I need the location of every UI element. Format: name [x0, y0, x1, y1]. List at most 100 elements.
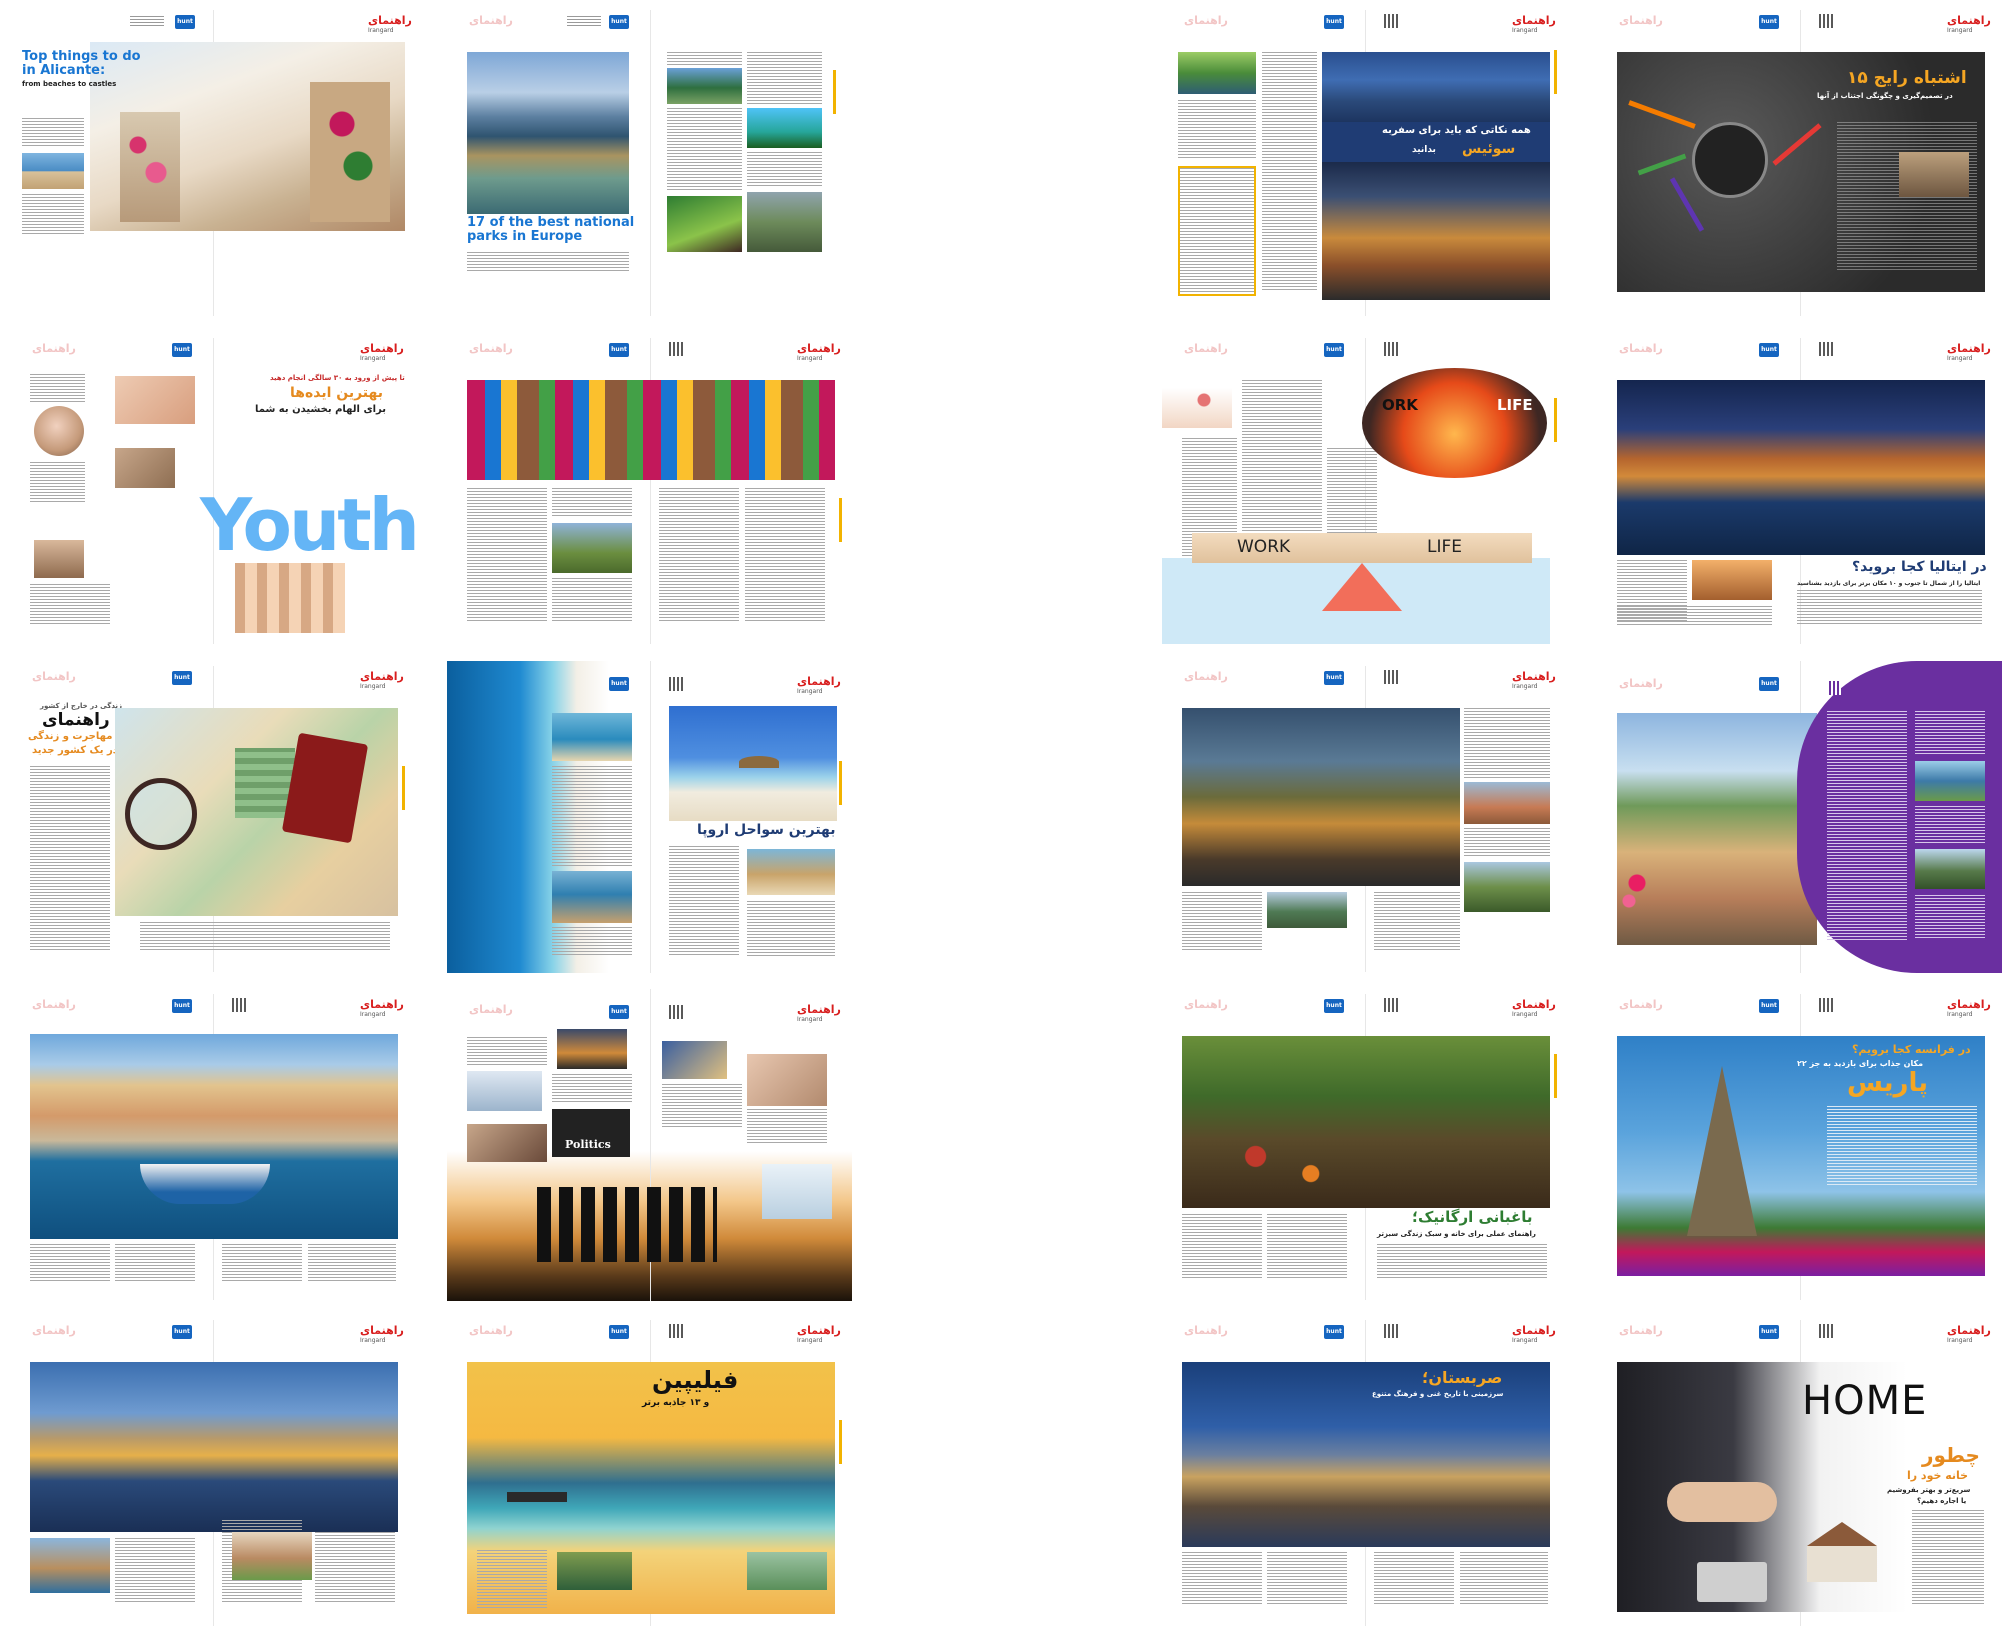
machu-picchu-thumb	[552, 523, 632, 573]
logo-text: راهنمای	[469, 1003, 513, 1016]
body-text	[30, 374, 85, 404]
logo-text: راهنمای	[1512, 670, 1556, 683]
spread-switzerland[interactable]: راهنمای hunt راهنمایIrangard همه نکاتی ک…	[1162, 10, 1567, 316]
section-tab	[1554, 398, 1557, 442]
logo-sub: Irangard	[360, 683, 404, 690]
hunt-badge: hunt	[609, 1325, 629, 1339]
body-text	[552, 578, 632, 623]
yoga-thumb	[762, 1164, 832, 1219]
header-lines	[130, 16, 164, 28]
youth-word: Youth	[200, 488, 415, 564]
spread-national-parks[interactable]: راهنمای hunt 17 of the best nationalpark…	[447, 10, 852, 316]
spread-title: راهنمای	[42, 712, 110, 730]
spread-philippines[interactable]: راهنمای hunt راهنمایIrangard فیلیپین و ۱…	[447, 1320, 852, 1626]
lake-thumb-1	[1915, 761, 1985, 801]
logo-sub: Irangard	[1512, 1337, 1556, 1344]
spread-italy[interactable]: راهنمای hunt راهنمایIrangard در ایتالیا …	[1597, 338, 2002, 644]
home-word: HOME	[1802, 1380, 1927, 1422]
body-text	[1374, 1552, 1454, 1606]
spread-beaches[interactable]: hunt راهنمایIrangard بهترین سواحل اروپا	[447, 661, 852, 973]
body-text	[1915, 895, 1985, 940]
body-text	[667, 52, 742, 66]
magazine-logo: راهنمایIrangard	[797, 1324, 841, 1344]
body-text	[552, 766, 632, 866]
hunt-badge: hunt	[1759, 677, 1779, 691]
fishing-boat	[140, 1164, 270, 1204]
outrigger-boat	[507, 1492, 567, 1502]
spread-symi[interactable]: راهنمای hunt راهنمایIrangard	[10, 994, 415, 1300]
arrow-purple	[1670, 177, 1704, 231]
logo-sub: Irangard	[797, 355, 841, 362]
magazine-logo: راهنمایIrangard	[1512, 14, 1556, 34]
body-text	[467, 252, 629, 272]
spread-title-big: پاریس	[1847, 1070, 1928, 1097]
eiffel-tower	[1687, 1066, 1757, 1236]
body-text	[1915, 711, 1985, 756]
section-tab	[839, 498, 842, 542]
body-text	[30, 766, 110, 952]
beach-thumb-3	[747, 849, 835, 895]
body-text	[747, 52, 822, 104]
logo-text: راهنمای	[1184, 670, 1228, 683]
logo-text: راهنمای	[1619, 14, 1663, 27]
spread-title: باغبانی ارگانیک؛	[1412, 1210, 1533, 1226]
hunt-badge: hunt	[1324, 671, 1344, 685]
spread-indigenous[interactable]: راهنمای hunt راهنمایIrangard	[447, 338, 852, 644]
spread-subtitle: ۲۲ مکان جذاب برای بازدید به جز	[1797, 1059, 1923, 1068]
spread-home[interactable]: راهنمای hunt راهنمایIrangard HOME چطور خ…	[1597, 1320, 2002, 1626]
logo-text: راهنمای	[797, 675, 841, 688]
spread-title: فیلیپین	[652, 1368, 738, 1393]
body-text	[1827, 1106, 1977, 1186]
spread-title: بهترین ایده‌ها	[290, 386, 383, 401]
qr-code	[1819, 998, 1833, 1012]
street-thumb	[232, 1532, 312, 1580]
magazine-logo: راهنمای	[1619, 998, 1663, 1011]
spread-title-highlight: سوئیس	[1462, 142, 1515, 157]
qr-code	[669, 677, 683, 691]
magazine-logo: راهنمایIrangard	[1512, 670, 1556, 690]
magazine-logo: راهنمای	[1184, 342, 1228, 355]
lakeside-path-photo	[1617, 713, 1817, 945]
title-line: 17 of the best national	[467, 216, 634, 230]
spread-title: صربستان؛	[1422, 1370, 1502, 1387]
body-text	[1182, 892, 1262, 952]
magnifier-icon	[125, 778, 197, 850]
spread-youth[interactable]: راهنمای hunt راهنمایIrangard تا پیش از و…	[10, 338, 415, 644]
photo-3	[34, 540, 84, 578]
logo-text: راهنمای	[1512, 998, 1556, 1011]
spread-politics[interactable]: راهنمای hunt راهنمایIrangard Politics	[447, 989, 852, 1301]
logo-text: راهنمای	[469, 1324, 513, 1337]
flower-wall-right	[310, 82, 390, 222]
spread-organic[interactable]: راهنمای hunt راهنمایIrangard باغبانی ارگ…	[1162, 994, 1567, 1300]
logo-text: راهنمای	[32, 670, 76, 683]
hunt-badge: hunt	[609, 1005, 629, 1019]
word-life: LIFE	[1427, 539, 1462, 557]
spread-alicante-night[interactable]: راهنمای hunt راهنمایIrangard	[10, 1320, 415, 1626]
qr-code	[232, 998, 246, 1012]
spread-mistakes[interactable]: راهنمای hunt راهنمایIrangard ۱۵ اشتباه ر…	[1597, 10, 2002, 316]
spread-immigration[interactable]: راهنمای hunt راهنمایIrangard زندگی در خا…	[10, 666, 415, 972]
elderly-thumb	[747, 1054, 827, 1106]
body-text	[1182, 1552, 1262, 1606]
magazine-logo: راهنمایIrangard	[797, 342, 841, 362]
spread-serbia[interactable]: راهنمای hunt راهنمایIrangard صربستان؛ سر…	[1162, 1320, 1567, 1626]
spread-subtitle: ایتالیا را از شمال تا جنوب و ۱۰ مکان برت…	[1797, 580, 1980, 587]
spread-purple-lake[interactable]: راهنمای hunt	[1597, 661, 2002, 973]
section-tab	[839, 1420, 842, 1464]
body-text	[115, 1244, 195, 1282]
spread-city-night[interactable]: راهنمای hunt راهنمایIrangard	[1162, 666, 1567, 972]
logo-sub: Irangard	[1512, 1011, 1556, 1018]
politics-label: Politics	[565, 1139, 611, 1151]
parasol-beach-photo	[669, 706, 837, 821]
spread-alicante[interactable]: راهنمایIrangard hunt Top things to doin …	[10, 10, 415, 316]
photo-2	[115, 448, 175, 488]
calculator	[1697, 1562, 1767, 1602]
spread-title: در ایتالیا کجا بروید؟	[1852, 560, 1987, 575]
logo-text: راهنمای	[360, 1324, 404, 1337]
logo-text: راهنمای	[1619, 677, 1663, 690]
spread-paris[interactable]: راهنمای hunt راهنمایIrangard در فرانسه ک…	[1597, 994, 2002, 1300]
spread-subtitle: from beaches to castles	[22, 80, 116, 88]
magazine-logo: راهنمای	[32, 670, 76, 683]
spread-work-life[interactable]: راهنمای hunt ORK LIFE WORK LIFE	[1162, 338, 1567, 644]
body-text	[1827, 711, 1907, 941]
